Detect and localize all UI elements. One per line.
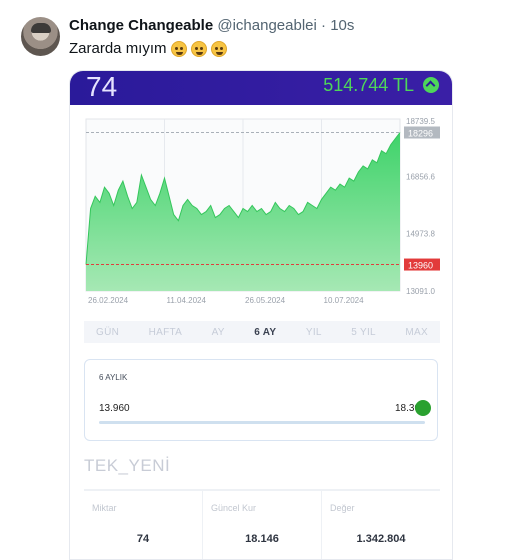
range-label: 6 AYLIK: [99, 373, 128, 382]
range-knob[interactable]: [415, 400, 431, 416]
stat-cell: Değer 1.342.804: [322, 491, 440, 559]
range-slider-card: 6 AYLIK 13.960 18.30: [84, 359, 438, 441]
tweet-text: Zararda mıyım: [69, 40, 227, 57]
y-tick-label: 13091.0: [406, 287, 435, 296]
stat-cell: Miktar 74: [84, 491, 203, 559]
tears-of-joy-icon: [210, 40, 227, 57]
tweet-header: Change Changeable @ichangeablei · 10s: [69, 17, 354, 34]
thinking-face-icon: [190, 40, 207, 57]
x-tick-label: 10.07.2024: [324, 296, 365, 305]
range-track[interactable]: [99, 421, 425, 424]
asset-symbol: TEK_YENİ: [84, 456, 171, 475]
stat-value: 1.342.804: [356, 533, 406, 545]
y-tick-label: 18739.5: [406, 117, 435, 126]
stat-value: 18.146: [245, 533, 279, 545]
y-tick-label: 16856.6: [406, 172, 435, 181]
y-tick-label: 14973.8: [406, 230, 435, 239]
portfolio-header: 74 514.744 TL: [70, 71, 452, 105]
tab-yil[interactable]: YIL: [306, 327, 322, 338]
timestamp[interactable]: 10s: [330, 17, 354, 34]
tweet-image[interactable]: 74 514.744 TL 18296 13960 18739.5 16856.6 14…: [69, 70, 453, 560]
x-tick-label: 26.05.2024: [245, 296, 286, 305]
high-badge-label: 18296: [408, 129, 433, 139]
avatar[interactable]: [21, 17, 60, 56]
low-badge-label: 13960: [408, 261, 433, 271]
price-chart: 18296 13960 18739.5 16856.6 14973.8 13091.0 26…: [85, 117, 440, 305]
period-tabs: GÜN HAFTA AY 6 AY YIL 5 YIL MAX: [84, 321, 440, 343]
tweet[interactable]: Change Changeable @ichangeablei · 10s Za…: [0, 0, 510, 560]
separator: ·: [321, 17, 327, 34]
x-tick-label: 26.02.2024: [88, 296, 129, 305]
quantity: 74: [86, 71, 118, 102]
tab-max[interactable]: MAX: [405, 327, 428, 338]
range-min: 13.960: [99, 403, 130, 414]
stat-value: 74: [136, 533, 150, 545]
tab-ay[interactable]: AY: [212, 327, 225, 338]
stats-row: Miktar 74 Güncel Kur 18.146 Değer 1.342.804: [84, 489, 440, 559]
tweet-text-body: Zararda mıyım: [69, 40, 167, 57]
stat-label: Miktar: [92, 503, 117, 513]
handle[interactable]: @ichangeablei: [217, 17, 316, 34]
stat-label: Güncel Kur: [211, 503, 257, 513]
chevron-up-circle-icon: [423, 77, 439, 93]
tab-gün[interactable]: GÜN: [96, 327, 119, 338]
total-value: 514.744 TL: [323, 75, 414, 95]
display-name[interactable]: Change Changeable: [69, 17, 213, 34]
tab-hafta[interactable]: HAFTA: [149, 327, 183, 338]
tab-5-yil[interactable]: 5 YIL: [351, 327, 376, 338]
tab-6-ay[interactable]: 6 AY: [254, 327, 276, 338]
stat-label: Değer: [330, 503, 355, 513]
stat-cell: Güncel Kur 18.146: [203, 491, 322, 559]
x-tick-label: 11.04.2024: [167, 296, 207, 305]
pleading-face-icon: [170, 40, 187, 57]
